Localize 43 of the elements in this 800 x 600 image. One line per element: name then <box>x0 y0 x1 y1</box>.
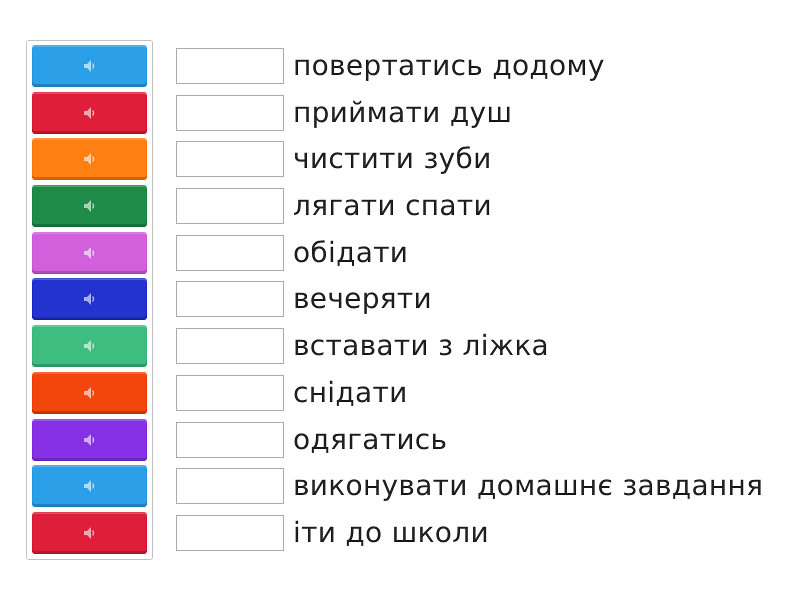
answer-box[interactable] <box>176 422 284 458</box>
answer-box[interactable] <box>176 48 284 84</box>
answer-box[interactable] <box>176 281 284 318</box>
speaker-icon <box>84 480 95 492</box>
speaker-icon <box>84 153 95 166</box>
audio-button[interactable] <box>32 512 147 554</box>
answer-box[interactable] <box>176 468 284 504</box>
phrase-text: іти до школи <box>293 516 489 549</box>
audio-button[interactable] <box>32 232 147 274</box>
phrase-text: вечеряти <box>293 283 432 316</box>
audio-button[interactable] <box>32 418 147 460</box>
speaker-icon <box>84 106 95 119</box>
phrase-text: снідати <box>293 376 408 409</box>
speaker-icon <box>84 60 95 72</box>
audio-button[interactable] <box>32 278 147 320</box>
answer-box[interactable] <box>176 514 284 551</box>
answer-box[interactable] <box>176 234 284 271</box>
speaker-icon <box>84 340 95 352</box>
audio-button[interactable] <box>32 185 147 228</box>
answer-box[interactable] <box>176 141 284 178</box>
answer-box[interactable] <box>176 328 284 364</box>
speaker-icon <box>84 526 95 539</box>
speaker-icon <box>84 293 95 306</box>
phrase-text: чистити зуби <box>293 143 492 176</box>
speaker-icon <box>84 434 95 446</box>
phrase-text: обідати <box>293 236 408 269</box>
answer-box[interactable] <box>176 188 284 224</box>
audio-button[interactable] <box>32 372 147 414</box>
phrase-text: вставати з ліжка <box>293 330 549 362</box>
audio-button[interactable] <box>32 138 147 180</box>
audio-button[interactable] <box>32 325 147 368</box>
speaker-icon <box>84 386 95 399</box>
speaker-icon <box>84 246 95 259</box>
phrase-text: виконувати домашнє завдання <box>293 470 764 502</box>
phrase-text: одягатись <box>293 424 448 456</box>
audio-button[interactable] <box>32 465 147 508</box>
phrase-text: лягати спати <box>293 190 492 222</box>
answer-box[interactable] <box>176 374 284 411</box>
answer-box[interactable] <box>176 94 284 131</box>
speaker-icon <box>84 200 95 212</box>
phrase-text: приймати душ <box>293 96 512 129</box>
phrase-text: повертатись додому <box>293 50 605 82</box>
audio-button[interactable] <box>32 92 147 134</box>
